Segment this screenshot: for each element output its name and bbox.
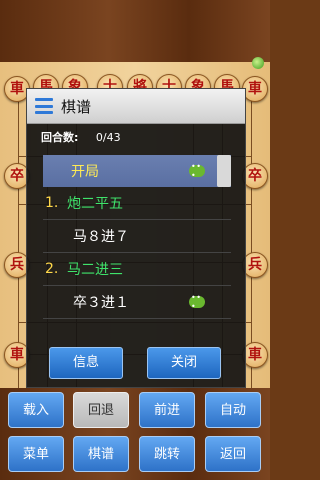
list-item-move-black[interactable]: 马８进７ — [43, 220, 231, 253]
move-red: 马二进三 — [67, 262, 123, 278]
list-item-move-black[interactable]: 卒３进１ — [43, 286, 231, 319]
scrollbar-thumb[interactable] — [217, 155, 231, 187]
move-number: 2. — [45, 261, 59, 277]
dialog-header: 棋谱 — [27, 89, 245, 124]
move-red: 炮二平五 — [67, 196, 123, 212]
dialog-title: 棋谱 — [61, 97, 92, 116]
move-black: 卒３进１ — [73, 295, 129, 311]
list-icon — [35, 98, 53, 114]
opening-label: 开局 — [71, 164, 99, 180]
undo-button[interactable]: 回退 — [73, 392, 129, 428]
back-button[interactable]: 返回 — [205, 436, 261, 472]
move-number: 1. — [45, 195, 59, 211]
status-indicator — [252, 57, 264, 69]
jump-button[interactable]: 跳转 — [139, 436, 195, 472]
comment-icon[interactable] — [189, 293, 205, 311]
load-button[interactable]: 载入 — [8, 392, 64, 428]
top-bar — [0, 0, 270, 62]
bottom-toolbar: 载入 回退 前进 自动 菜单 棋谱 跳转 返回 — [0, 388, 270, 480]
forward-button[interactable]: 前进 — [139, 392, 195, 428]
game-record-dialog: 棋谱 回合数: 0/43 开局 1. 炮二平五 马８进７ 2. 马二进三 卒３进… — [26, 88, 246, 388]
comment-icon[interactable] — [189, 162, 205, 180]
list-item-move-red[interactable]: 2. 马二进三 — [43, 253, 231, 286]
menu-button[interactable]: 菜单 — [8, 436, 64, 472]
round-value: 0/43 — [95, 131, 121, 144]
auto-button[interactable]: 自动 — [205, 392, 261, 428]
info-button[interactable]: 信息 — [49, 347, 123, 379]
list-item-opening[interactable]: 开局 — [43, 155, 231, 187]
move-black: 马８进７ — [73, 229, 129, 245]
round-info: 回合数: 0/43 — [41, 129, 135, 145]
list-item-move-red[interactable]: 1. 炮二平五 — [43, 187, 231, 220]
game-record-button[interactable]: 棋谱 — [73, 436, 129, 472]
close-button[interactable]: 关闭 — [147, 347, 221, 379]
round-label: 回合数: — [41, 131, 79, 144]
